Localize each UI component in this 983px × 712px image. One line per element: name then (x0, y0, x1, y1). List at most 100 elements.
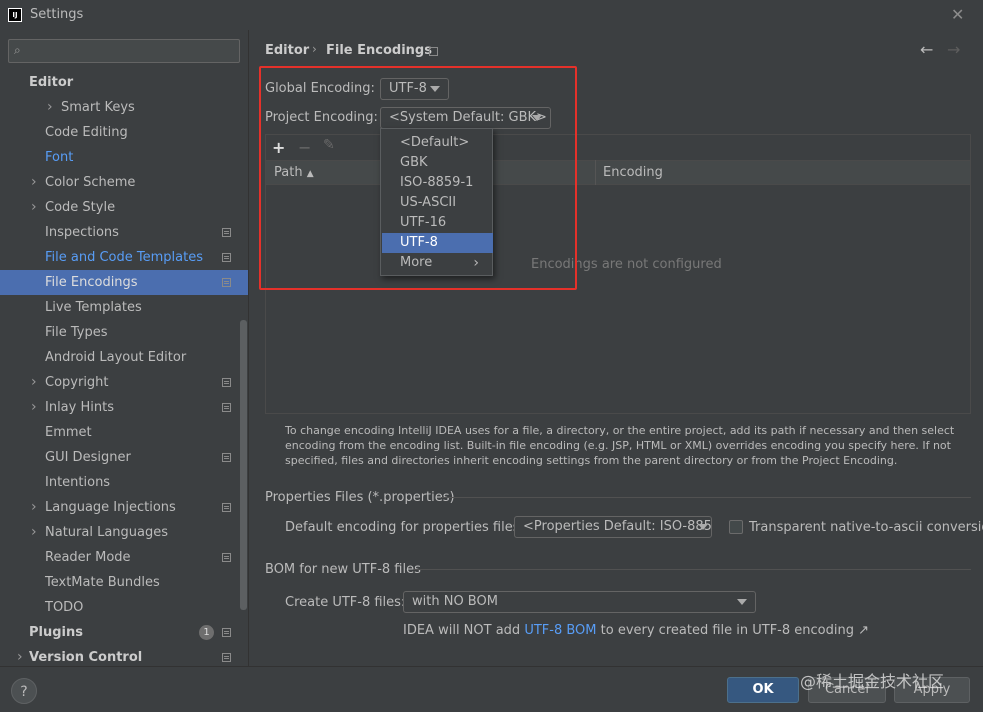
bom-value: with NO BOM (412, 594, 498, 609)
encoding-help-text: To change encoding IntelliJ IDEA uses fo… (285, 424, 955, 467)
transparent-conversion-label: Transparent native-to-ascii conversion (749, 520, 983, 535)
breadcrumb-parent[interactable]: Editor (265, 43, 309, 58)
project-scope-icon (222, 653, 231, 662)
sidebar-item-label: File Encodings (45, 275, 138, 290)
ok-button[interactable]: OK (727, 677, 799, 703)
bom-section-divider (414, 569, 971, 570)
transparent-conversion-checkbox[interactable] (729, 520, 743, 534)
back-arrow-icon[interactable]: ← (920, 40, 933, 59)
sidebar-item[interactable]: › Language Injections (0, 495, 248, 520)
watermark: @稀土掘金技术社区 (800, 672, 945, 691)
search-icon: ⌕ (14, 43, 21, 57)
sidebar-item[interactable]: › Smart Keys (0, 95, 248, 120)
properties-encoding-value: <Properties Default: ISO-885... (523, 519, 712, 534)
intellij-logo-icon: IJ (8, 8, 22, 22)
bom-section-title: BOM for new UTF-8 files (265, 562, 421, 577)
help-button[interactable]: ? (11, 678, 37, 704)
chevron-right-icon[interactable]: › (31, 170, 37, 195)
sidebar-item-label: Intentions (45, 475, 111, 490)
sidebar-item[interactable]: Editor (0, 70, 248, 95)
sidebar-item-label: TODO (45, 600, 84, 615)
sidebar-item-label: Font (45, 150, 74, 165)
search-input[interactable] (8, 39, 240, 63)
project-scope-icon (222, 503, 231, 512)
bom-note: IDEA will NOT add UTF-8 BOM to every cre… (403, 623, 869, 638)
sidebar-item-label: File and Code Templates (45, 250, 203, 265)
project-scope-icon (222, 628, 231, 637)
create-utf8-label: Create UTF-8 files: (285, 595, 406, 610)
chevron-right-icon[interactable]: › (31, 520, 37, 545)
sidebar-item[interactable]: Live Templates (0, 295, 248, 320)
project-scope-icon (429, 47, 438, 56)
breadcrumb-separator: › (312, 42, 317, 56)
sidebar-item-label: Inspections (45, 225, 119, 240)
chevron-right-icon[interactable]: › (31, 395, 37, 420)
sidebar-item[interactable]: Android Layout Editor (0, 345, 248, 370)
properties-default-label: Default encoding for properties files: (285, 520, 524, 535)
highlight-annotation-box (259, 66, 577, 290)
sidebar-item-label: Color Scheme (45, 175, 136, 190)
sidebar-item-label: Copyright (45, 375, 109, 390)
properties-section-divider (441, 497, 971, 498)
sidebar-item[interactable]: › Code Style (0, 195, 248, 220)
sidebar-item[interactable]: File and Code Templates (0, 245, 248, 270)
project-scope-icon (222, 253, 231, 262)
bom-combo[interactable]: with NO BOM (403, 591, 756, 613)
sidebar-item-label: Live Templates (45, 300, 142, 315)
sidebar-item-label: Inlay Hints (45, 400, 114, 415)
sidebar-item[interactable]: › Inlay Hints (0, 395, 248, 420)
sidebar-item[interactable]: Inspections (0, 220, 248, 245)
sidebar-item[interactable]: Reader Mode (0, 545, 248, 570)
sidebar-item[interactable]: Plugins 1 (0, 620, 248, 645)
sidebar-item[interactable]: › Natural Languages (0, 520, 248, 545)
sidebar-divider (248, 30, 249, 666)
sidebar-item[interactable]: File Encodings (0, 270, 248, 295)
sidebar-item[interactable]: › Color Scheme (0, 170, 248, 195)
project-scope-icon (222, 228, 231, 237)
sidebar-item[interactable]: File Types (0, 320, 248, 345)
sidebar-item[interactable]: Font (0, 145, 248, 170)
forward-arrow-icon[interactable]: → (947, 40, 960, 59)
project-scope-icon (222, 553, 231, 562)
sidebar-scrollbar[interactable] (240, 320, 247, 610)
chevron-right-icon[interactable]: › (31, 195, 37, 220)
sidebar-item-label: Code Style (45, 200, 116, 215)
sidebar-item-label: Smart Keys (61, 100, 135, 115)
chevron-right-icon[interactable]: › (31, 495, 37, 520)
column-separator (595, 160, 596, 185)
sidebar-item-label: Android Layout Editor (45, 350, 187, 365)
bom-note-suffix: to every created file in UTF-8 encoding … (596, 623, 869, 638)
chevron-right-icon[interactable]: › (31, 370, 37, 395)
sidebar-item-label: Language Injections (45, 500, 176, 515)
title-bar (0, 0, 983, 30)
sidebar-item-label: Natural Languages (45, 525, 169, 540)
sidebar-item[interactable]: GUI Designer (0, 445, 248, 470)
page-title: File Encodings (326, 43, 432, 58)
properties-encoding-combo[interactable]: <Properties Default: ISO-885... (514, 516, 712, 538)
close-icon[interactable]: ✕ (951, 5, 964, 24)
sidebar-item-label: Reader Mode (45, 550, 131, 565)
utf8-bom-link[interactable]: UTF-8 BOM (524, 623, 596, 638)
sidebar-item-label: File Types (45, 325, 108, 340)
column-header-encoding[interactable]: Encoding (603, 165, 663, 180)
sidebar-item[interactable]: TODO (0, 595, 248, 620)
sidebar-item-label: TextMate Bundles (45, 575, 160, 590)
sidebar-item-label: Emmet (45, 425, 92, 440)
sidebar-item[interactable]: › Copyright (0, 370, 248, 395)
project-scope-icon (222, 453, 231, 462)
sidebar-item[interactable]: Code Editing (0, 120, 248, 145)
sidebar-item-label: GUI Designer (45, 450, 131, 465)
sidebar-item-label: Code Editing (45, 125, 128, 140)
project-scope-icon (222, 378, 231, 387)
chevron-right-icon[interactable]: › (47, 95, 53, 120)
update-count-badge: 1 (199, 625, 214, 640)
properties-section-title: Properties Files (*.properties) (265, 490, 455, 505)
sidebar-item[interactable]: Emmet (0, 420, 248, 445)
chevron-down-icon (698, 524, 708, 530)
sidebar-item[interactable]: TextMate Bundles (0, 570, 248, 595)
chevron-down-icon (737, 599, 747, 605)
sidebar-item[interactable]: Intentions (0, 470, 248, 495)
bom-note-prefix: IDEA will NOT add (403, 623, 525, 638)
sidebar-item-label: Editor (29, 75, 74, 90)
window-title: Settings (30, 7, 84, 22)
